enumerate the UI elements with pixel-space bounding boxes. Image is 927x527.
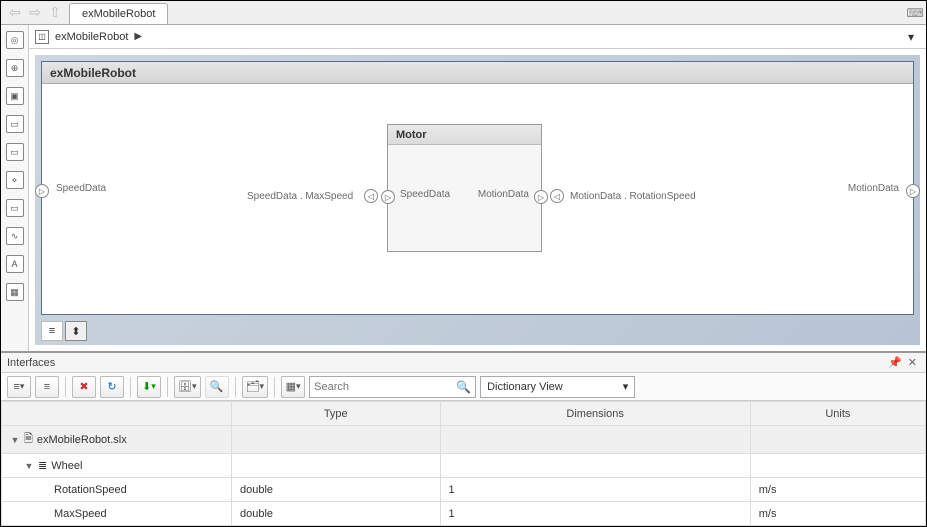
tool-image-icon[interactable]: ▦ [6, 283, 24, 301]
app-window: ⇦ ⇨ ⇧ exMobileRobot ⌨ ◎ ⊕ ▣ ▭ ▭ ⋄ ▭ ∿ A … [0, 0, 927, 527]
breadcrumb-label[interactable]: exMobileRobot [55, 31, 128, 43]
row-struct-label: Wheel [51, 460, 82, 472]
bus-out-port[interactable]: ◁ [550, 189, 564, 203]
tool-target-icon[interactable]: ◎ [6, 31, 24, 49]
row-name: MaxSpeed [54, 508, 107, 520]
interfaces-toolbar: ≡▾ ≡ ✖ ↻ ⬇▾ 🗄▾ 🔍 🗂▾ ▦▾ 🔍 Dictionary View… [1, 373, 926, 401]
row-units: m/s [750, 478, 925, 502]
row-units: m/s [750, 502, 925, 526]
breadcrumb-caret-icon[interactable]: ▶ [134, 31, 142, 42]
view-select[interactable]: Dictionary View ▾ [480, 376, 635, 398]
table-header-row: Type Dimensions Units [2, 402, 926, 426]
interfaces-table: Type Dimensions Units ▼ 🗎 exMobileRobot.s… [1, 401, 926, 526]
table-row[interactable]: ▼ ≣ Wheel [2, 454, 926, 478]
component-title: exMobileRobot [42, 62, 913, 84]
port-motiondata-out-label: MotionData [848, 183, 899, 194]
close-icon[interactable]: ✕ [905, 356, 920, 369]
table-row[interactable]: MaxSpeed double 1 m/s [2, 502, 926, 526]
row-file-label: exMobileRobot.slx [37, 434, 127, 446]
tool-code-icon[interactable]: ⋄ [6, 171, 24, 189]
pin-icon[interactable]: 📌 [885, 356, 905, 369]
table-row[interactable]: ▼ 🗎 exMobileRobot.slx [2, 426, 926, 454]
bus-in-port[interactable]: ◁ [364, 189, 378, 203]
tool-box1-icon[interactable]: ▭ [6, 115, 24, 133]
component-body: ▷ SpeedData ▷ MotionData SpeedData . Max… [42, 84, 913, 314]
row-dim: 1 [440, 502, 750, 526]
tool-text-icon[interactable]: A [6, 255, 24, 273]
tool-box3-icon[interactable]: ▭ [6, 199, 24, 217]
interfaces-title: Interfaces [7, 357, 55, 369]
tb-cols-button[interactable]: ▦▾ [281, 376, 305, 398]
back-icon[interactable]: ⇦ [5, 3, 25, 23]
main-row: ◎ ⊕ ▣ ▭ ▭ ⋄ ▭ ∿ A ▦ ◫ exMobileRobot ▶ ▾ … [1, 25, 926, 352]
nav-arrows: ⇦ ⇨ ⇧ [1, 1, 69, 24]
breadcrumb-menu-icon[interactable]: ▾ [908, 30, 920, 44]
port-speeddata-in[interactable]: ▷ [35, 184, 49, 198]
block-motor[interactable]: Motor ▷ SpeedData ▷ MotionData [387, 124, 542, 252]
model-tab-label: exMobileRobot [82, 8, 155, 20]
row-type: double [232, 478, 441, 502]
row-type: double [232, 502, 441, 526]
canvas-area: ◫ exMobileRobot ▶ ▾ exMobileRobot ▷ Spee… [29, 25, 926, 351]
col-name[interactable] [2, 402, 232, 426]
tool-zoom-icon[interactable]: ⊕ [6, 59, 24, 77]
tool-fit-icon[interactable]: ▣ [6, 87, 24, 105]
disclosure-icon[interactable]: ▼ [10, 435, 20, 445]
col-type[interactable]: Type [232, 402, 441, 426]
col-dimensions[interactable]: Dimensions [440, 402, 750, 426]
table-row[interactable]: RotationSpeed double 1 m/s [2, 478, 926, 502]
tb-import-button[interactable]: ⬇▾ [137, 376, 161, 398]
search-box[interactable]: 🔍 [309, 376, 476, 398]
tb-dict-button[interactable]: 🗄▾ [174, 376, 201, 398]
top-nav-bar: ⇦ ⇨ ⇧ exMobileRobot ⌨ [1, 1, 926, 25]
keyboard-icon[interactable]: ⌨ [904, 1, 926, 24]
tb-add-button[interactable]: ≡▾ [7, 376, 31, 398]
tool-box2-icon[interactable]: ▭ [6, 143, 24, 161]
breadcrumb-root-icon[interactable]: ◫ [35, 30, 49, 44]
interfaces-panel: Interfaces 📌 ✕ ≡▾ ≡ ✖ ↻ ⬇▾ 🗄▾ 🔍 🗂▾ ▦▾ 🔍 [1, 352, 926, 526]
left-toolbar: ◎ ⊕ ▣ ▭ ▭ ⋄ ▭ ∿ A ▦ [1, 25, 29, 351]
motor-port-in[interactable]: ▷ [381, 190, 395, 204]
forward-icon[interactable]: ⇨ [25, 3, 45, 23]
breadcrumb-bar: ◫ exMobileRobot ▶ ▾ [29, 25, 926, 49]
tb-delete-button[interactable]: ✖ [72, 376, 96, 398]
disclosure-icon[interactable]: ▼ [24, 461, 34, 471]
file-icon: 🗎 [24, 430, 33, 449]
search-icon[interactable]: 🔍 [456, 380, 471, 394]
col-units[interactable]: Units [750, 402, 925, 426]
port-speeddata-in-label: SpeedData [56, 183, 106, 194]
tb-add2-button[interactable]: ≡ [35, 376, 59, 398]
port-motiondata-out[interactable]: ▷ [906, 184, 920, 198]
row-dim: 1 [440, 478, 750, 502]
search-input[interactable] [314, 381, 456, 393]
footer-tab-db-icon[interactable]: ≡ [41, 321, 63, 341]
struct-icon: ≣ [38, 459, 47, 472]
tb-filter-button[interactable]: 🗂▾ [242, 376, 269, 398]
diagram-canvas[interactable]: exMobileRobot ▷ SpeedData ▷ MotionData S… [35, 55, 920, 345]
up-icon[interactable]: ⇧ [45, 3, 65, 23]
footer-tab-hierarchy-icon[interactable]: ⬍ [65, 321, 87, 341]
motor-port-out[interactable]: ▷ [534, 190, 548, 204]
signal-motiondata-rotationspeed-label: MotionData . RotationSpeed [570, 191, 696, 202]
view-select-label: Dictionary View [487, 381, 563, 393]
motor-port-out-label: MotionData [478, 189, 529, 200]
component-exmobilerobot[interactable]: exMobileRobot ▷ SpeedData ▷ MotionData S… [41, 61, 914, 315]
model-tab[interactable]: exMobileRobot [69, 3, 168, 24]
tool-chart-icon[interactable]: ∿ [6, 227, 24, 245]
tb-refresh-button[interactable]: ↻ [100, 376, 124, 398]
tb-disabled-button: 🔍 [205, 376, 229, 398]
canvas-footer-tabs: ≡ ⬍ [41, 321, 87, 341]
motor-port-in-label: SpeedData [400, 189, 450, 200]
block-motor-title: Motor [388, 125, 541, 145]
row-name: RotationSpeed [54, 484, 127, 496]
signal-speeddata-maxspeed-label: SpeedData . MaxSpeed [247, 191, 353, 202]
chevron-down-icon: ▾ [623, 380, 629, 393]
interfaces-header: Interfaces 📌 ✕ [1, 353, 926, 373]
